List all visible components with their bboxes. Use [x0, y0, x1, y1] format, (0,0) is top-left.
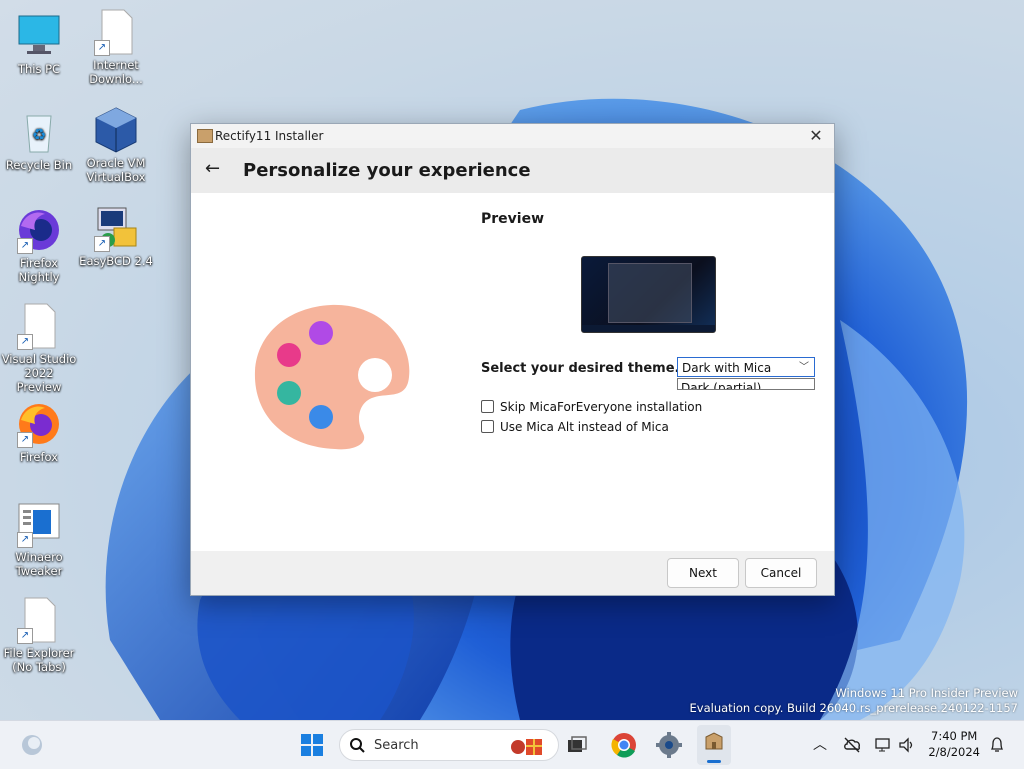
desktop-icon-firefox-nightly[interactable]: ↗ Firefox Nightly — [1, 206, 77, 284]
virtualbox-icon — [92, 106, 140, 154]
desktop-icon-virtualbox[interactable]: Oracle VM VirtualBox — [78, 106, 154, 184]
shortcut-arrow-icon: ↗ — [94, 236, 110, 252]
icon-label: 2022 Preview — [16, 366, 62, 394]
search-icon — [350, 738, 365, 753]
network-icon[interactable] — [874, 736, 892, 754]
checkbox-label: Skip MicaForEveryone installation — [500, 400, 703, 414]
use-mica-alt-checkbox[interactable]: Use Mica Alt instead of Mica — [481, 420, 669, 434]
close-button[interactable]: ✕ — [806, 126, 826, 146]
search-box[interactable]: Search — [339, 729, 559, 761]
icon-label: File Explorer — [3, 646, 75, 660]
desktop-icon-visual-studio[interactable]: ↗ Visual Studio 2022 Preview — [1, 302, 77, 394]
desktop-icon-file-explorer-no-tabs[interactable]: ↗ File Explorer (No Tabs) — [1, 596, 77, 674]
desktop-icon-internet-download[interactable]: ↗ Internet Downlo... — [78, 8, 154, 86]
cancel-button[interactable]: Cancel — [745, 558, 817, 588]
preview-window — [608, 263, 692, 323]
chrome-icon[interactable] — [608, 729, 640, 761]
watermark-line-1: Windows 11 Pro Insider Preview — [835, 686, 1018, 700]
next-button[interactable]: Next — [667, 558, 739, 588]
firefox-icon: ↗ — [15, 400, 63, 448]
theme-option-dark-partial[interactable]: Dark (partial) — [677, 378, 815, 390]
theme-select[interactable]: Dark with Mica ﹀ — [677, 357, 815, 377]
shortcut-arrow-icon: ↗ — [17, 532, 33, 548]
start-icon[interactable] — [296, 729, 328, 761]
desktop-icon-winaero-tweaker[interactable]: ↗ Winaero Tweaker — [1, 500, 77, 578]
watermark-line-2: Evaluation copy. Build 26040.rs_prerelea… — [689, 701, 1018, 715]
task-view-icon[interactable] — [562, 729, 594, 761]
shortcut-arrow-icon: ↗ — [17, 628, 33, 644]
icon-label: This PC — [17, 62, 61, 76]
theme-select-value: Dark with Mica — [682, 361, 772, 375]
icon-label: Tweaker — [15, 564, 63, 578]
icon-label: Visual Studio — [1, 352, 77, 366]
checkbox-box[interactable] — [481, 400, 494, 413]
icon-label: EasyBCD 2.4 — [79, 254, 153, 268]
desktop-icon-this-pc[interactable]: This PC — [1, 12, 77, 76]
icon-label: Firefox — [19, 450, 59, 464]
chevron-up-icon[interactable]: ︿ — [813, 734, 827, 754]
easybcd-icon: ↗ — [92, 204, 140, 252]
winaero-tweaker-icon: ↗ — [15, 500, 63, 548]
footer: Next Cancel — [191, 551, 834, 595]
palette-icon — [254, 304, 410, 450]
cloud-offline-icon[interactable] — [843, 736, 861, 754]
file-icon: ↗ — [15, 596, 63, 644]
monitor-icon — [15, 12, 63, 60]
desktop-icon-firefox[interactable]: ↗ Firefox — [1, 400, 77, 464]
checkbox-box[interactable] — [481, 420, 494, 433]
icon-label: Downlo... — [89, 72, 143, 86]
volume-icon[interactable] — [898, 736, 916, 754]
svg-text:♻: ♻ — [32, 125, 46, 144]
checkbox-label: Use Mica Alt instead of Mica — [500, 420, 669, 434]
firefox-nightly-icon: ↗ — [15, 206, 63, 254]
shortcut-arrow-icon: ↗ — [17, 432, 33, 448]
widgets-icon[interactable] — [16, 729, 48, 761]
settings-gear-icon[interactable] — [653, 729, 685, 761]
preview-label: Preview — [481, 211, 545, 227]
clock-date: 2/8/2024 — [928, 745, 980, 759]
app-icon — [197, 129, 213, 143]
recycle-bin-icon: ♻ — [15, 108, 63, 156]
page-title: Personalize your experience — [243, 160, 531, 181]
content-area: Preview Select your desired theme. Dark … — [191, 193, 834, 551]
shortcut-arrow-icon: ↗ — [17, 238, 33, 254]
desktop-icon-easybcd[interactable]: ↗ EasyBCD 2.4 — [78, 204, 154, 268]
title-bar[interactable]: Rectify11 Installer ✕ — [191, 124, 834, 148]
theme-label: Select your desired theme. — [481, 361, 680, 376]
taskbar-installer-button[interactable] — [697, 725, 731, 765]
notification-bell-icon[interactable] — [988, 736, 1006, 754]
search-highlight-icon — [511, 739, 542, 755]
file-icon: ↗ — [15, 302, 63, 350]
clock[interactable]: 7:40 PM 2/8/2024 — [928, 728, 980, 760]
clock-time: 7:40 PM — [931, 729, 978, 743]
installer-box-icon — [705, 732, 723, 750]
page-header: ← Personalize your experience — [191, 148, 834, 193]
theme-preview — [581, 256, 716, 333]
icon-label: (No Tabs) — [12, 660, 66, 674]
icon-label: Firefox — [19, 256, 59, 270]
preview-taskbar — [582, 325, 715, 332]
file-icon: ↗ — [92, 8, 140, 56]
desktop-icon-recycle-bin[interactable]: ♻ Recycle Bin — [1, 108, 77, 172]
shortcut-arrow-icon: ↗ — [17, 334, 33, 350]
skip-micaforeveryone-checkbox[interactable]: Skip MicaForEveryone installation — [481, 400, 702, 414]
icon-label: Winaero — [15, 550, 63, 564]
icon-label: VirtualBox — [86, 170, 146, 184]
installer-window: Rectify11 Installer ✕ ← Personalize your… — [190, 123, 835, 596]
taskbar: Search ︿ 7:40 PM 2/8/2024 — [0, 720, 1024, 769]
icon-label: Internet — [93, 58, 139, 72]
back-arrow-icon[interactable]: ← — [205, 158, 220, 179]
chevron-down-icon: ﹀ — [799, 362, 809, 373]
icon-label: Recycle Bin — [5, 158, 73, 172]
shortcut-arrow-icon: ↗ — [94, 40, 110, 56]
icon-label: Oracle VM — [86, 156, 146, 170]
icon-label: Nightly — [18, 270, 60, 284]
window-title: Rectify11 Installer — [215, 129, 324, 143]
search-placeholder: Search — [374, 738, 419, 753]
active-indicator — [707, 760, 721, 763]
